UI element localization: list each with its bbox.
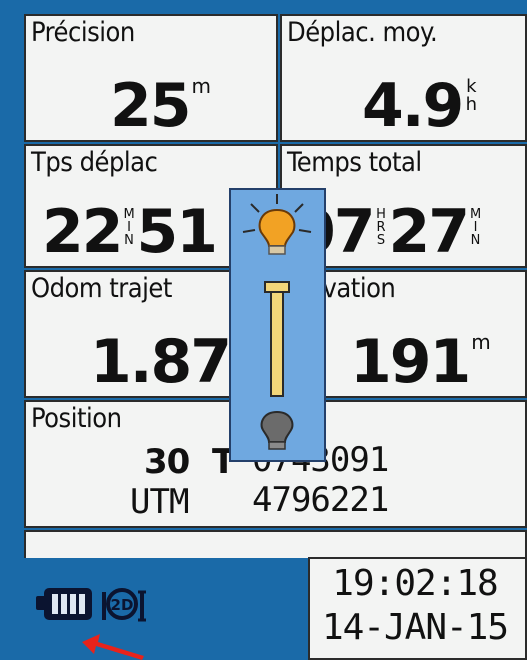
field-label: Odom trajet (31, 273, 172, 304)
gps-mode-text: 2D (111, 596, 134, 614)
field-precision[interactable]: Précision 25 m (24, 14, 278, 142)
field-label: Précision (31, 17, 135, 48)
status-icons: 2D (36, 588, 146, 622)
field-value-minutes: 51 (136, 197, 218, 267)
field-value-minutes: 27 (388, 197, 470, 267)
slider-track-fill (270, 291, 284, 397)
field-average-speed[interactable]: Déplac. moy. 4.9 k h (280, 14, 527, 142)
field-value-wrapper: 25 m (110, 76, 211, 136)
gps-2d-icon: 2D (102, 588, 146, 622)
utm-northing: 4796221 (252, 480, 389, 520)
bulb-dim-icon (260, 410, 294, 450)
backlight-graphics (242, 194, 312, 450)
field-label: Position (31, 403, 122, 434)
unit-letter: N (470, 233, 481, 248)
gps-trip-computer-screen: Précision 25 m Déplac. moy. 4.9 k h Tps dép… (0, 0, 527, 660)
utm-zone: 30 (144, 442, 190, 482)
field-value: 191 (350, 327, 471, 397)
field-unit: m (471, 330, 491, 354)
field-value-hours: 22 (42, 197, 123, 267)
field-label: Déplac. moy. (287, 17, 438, 48)
field-label: Tps déplac (31, 147, 158, 178)
field-value-wrapper: 1.87km (90, 332, 250, 392)
grid-format: UTM (130, 482, 189, 522)
unit-letter: N (124, 233, 134, 248)
brightness-slider[interactable] (264, 281, 290, 397)
bulb-bright-icon (242, 194, 312, 255)
unit-letter: S (376, 233, 386, 248)
field-value: 1.87 (90, 327, 232, 397)
field-label: Temps total (287, 147, 422, 178)
field-value: 25 (110, 71, 191, 141)
clock-date: 14-JAN-15 (321, 607, 509, 648)
annotation-arrow-icon (82, 634, 144, 660)
unit-bottom: h (465, 94, 477, 115)
field-value: 4.9 (362, 71, 464, 141)
clock-time: 19:02:18 (332, 563, 498, 604)
field-value-wrapper: 4.9 k h (362, 76, 480, 136)
field-unit: m (191, 74, 211, 98)
field-value-wrapper: 191 m (350, 332, 491, 392)
battery-icon (36, 588, 92, 620)
slider-handle[interactable] (264, 281, 290, 293)
field-value-wrapper: 22 M I N51 (42, 202, 218, 262)
backlight-slider-popup[interactable] (229, 188, 326, 462)
clock-panel: 19:02:18 14-JAN-15 (308, 557, 527, 660)
